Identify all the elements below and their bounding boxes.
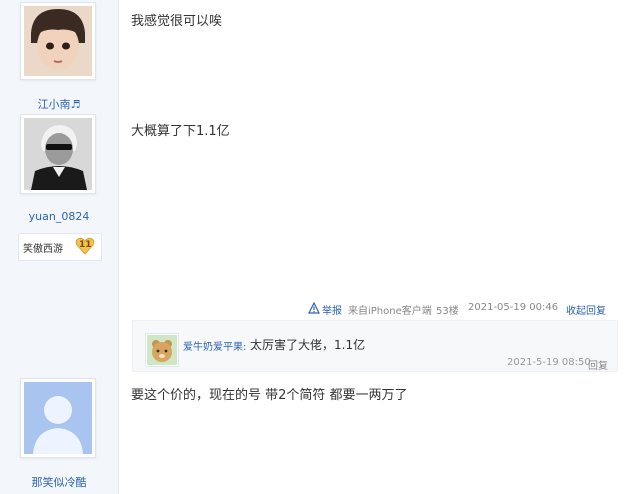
username-link[interactable]: 那笑似冷酷	[0, 474, 118, 490]
post-content: 大概算了下1.1亿	[131, 124, 230, 139]
post-content: 我感觉很可以唉	[131, 14, 223, 29]
child-portrait-icon	[24, 6, 92, 76]
username-link[interactable]: yuan_0824	[0, 210, 118, 223]
username-link[interactable]: 江小南♬	[0, 96, 118, 112]
man-portrait-icon	[24, 118, 92, 190]
reply-username[interactable]: 爱牛奶爱平果:	[183, 338, 246, 353]
default-avatar-icon	[24, 382, 92, 454]
floor-label: 53楼	[436, 306, 459, 317]
reply-box: 爱牛奶爱平果: 太厉害了大佬，1.1亿 2021-5-19 08:50 回复	[132, 320, 618, 372]
reply-content: 太厉害了大佬，1.1亿	[250, 338, 366, 352]
avatar-user-1[interactable]	[20, 2, 96, 80]
avatar-user-2[interactable]	[20, 114, 96, 194]
post-content: 要这个价的，现在的号 带2个简符 都要一两万了	[131, 388, 408, 403]
report-button[interactable]: 举报	[322, 302, 342, 317]
post-meta: 举报 来自iPhone客户端 53楼 2021-05-19 00:46 收起回复	[300, 301, 630, 317]
warning-triangle-icon[interactable]	[308, 301, 320, 317]
badge-level: 11	[79, 240, 92, 250]
reply-button[interactable]: 回复	[588, 357, 608, 372]
bear-avatar-icon	[147, 335, 177, 365]
post-time: 2021-05-19 00:46	[468, 302, 559, 313]
reply-time: 2021-5-19 08:50	[507, 357, 591, 368]
avatar-user-3[interactable]	[20, 378, 96, 458]
badge-label: 笑傲西游	[23, 244, 63, 255]
source-label: 来自iPhone客户端	[348, 306, 432, 317]
collapse-replies-button[interactable]: 收起回复	[566, 302, 606, 317]
reply-avatar[interactable]	[145, 333, 179, 367]
member-badge[interactable]: 笑傲西游 11	[18, 233, 102, 261]
